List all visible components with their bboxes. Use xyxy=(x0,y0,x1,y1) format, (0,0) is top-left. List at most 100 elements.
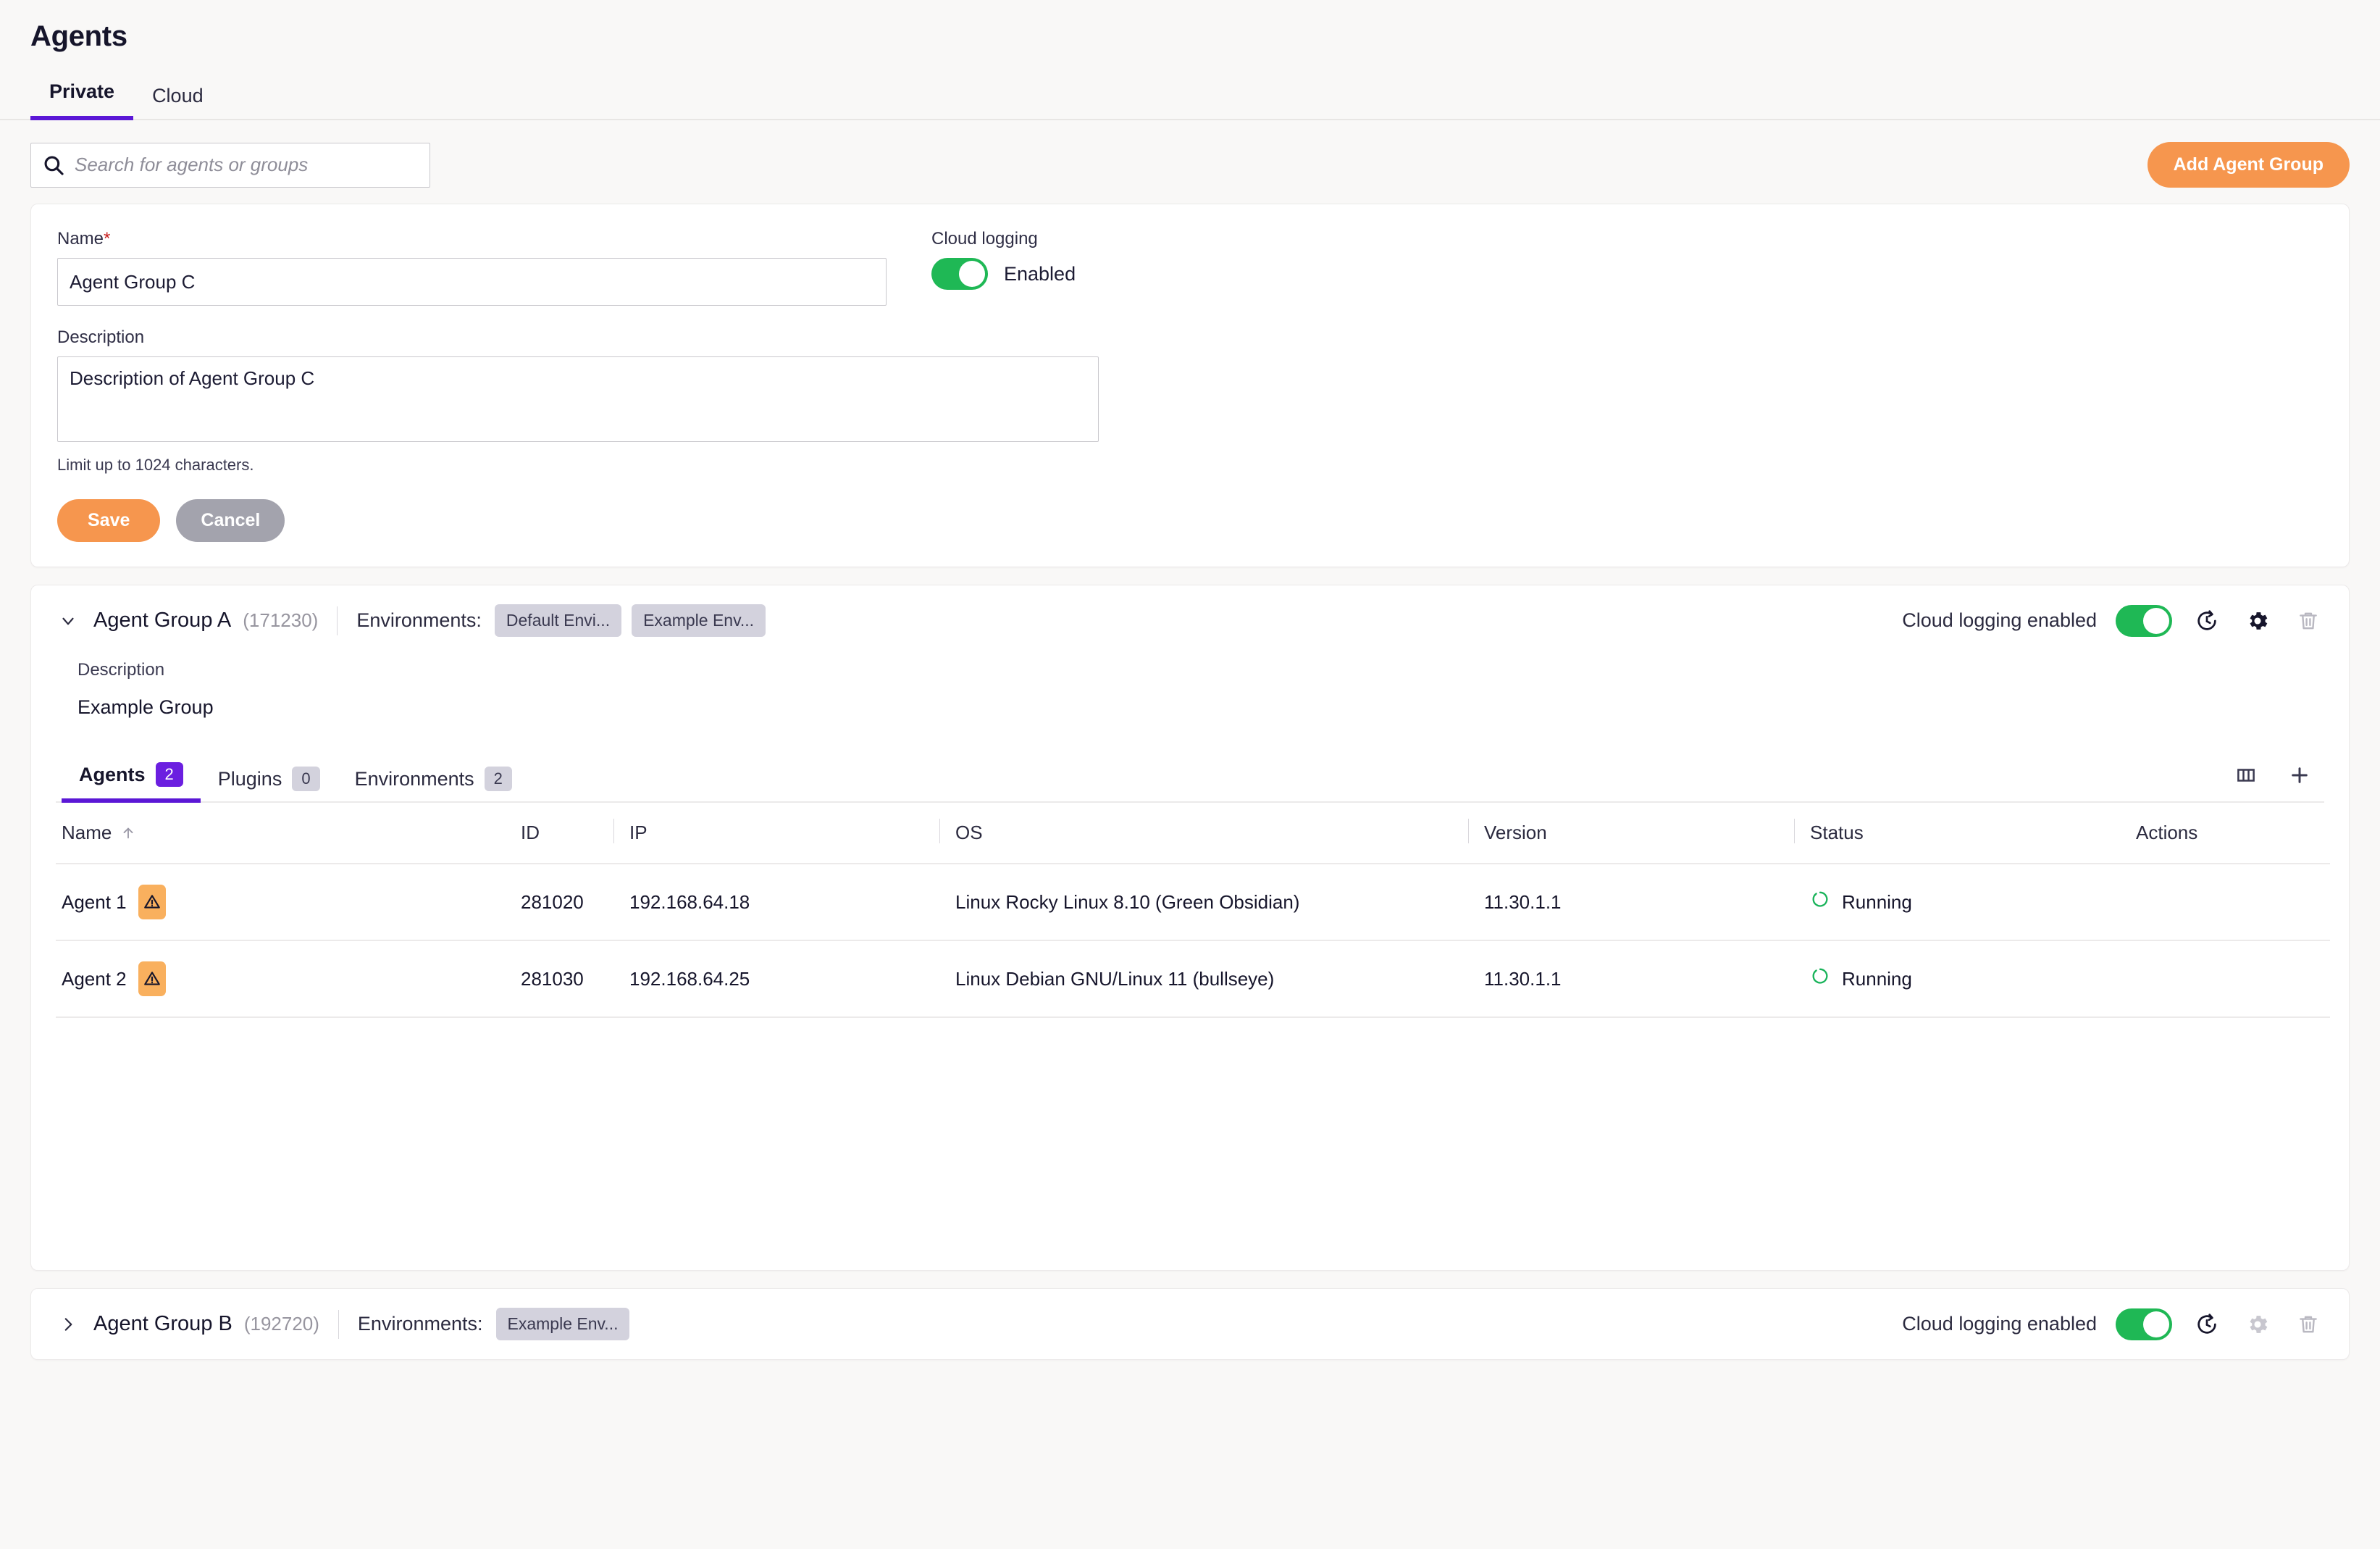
environments-label-a: Environments: xyxy=(356,609,482,631)
agent-version: 11.30.1.1 xyxy=(1484,967,1562,990)
tab-cloud[interactable]: Cloud xyxy=(133,85,222,120)
search-icon xyxy=(41,153,66,178)
agent-group-a-header[interactable]: Agent Group A (171230) Environments: Def… xyxy=(31,585,2349,656)
add-agent-group-button[interactable]: Add Agent Group xyxy=(2147,142,2350,188)
add-icon[interactable] xyxy=(2284,759,2316,791)
running-spinner-icon xyxy=(1810,890,1830,915)
description-label: Description xyxy=(57,327,145,347)
column-header-ip[interactable]: IP xyxy=(613,803,939,864)
name-label: Name* xyxy=(57,229,908,249)
search-box[interactable] xyxy=(30,142,430,188)
group-a-description-label: Description xyxy=(77,660,165,680)
tab-plugins-count: 0 xyxy=(292,767,320,791)
page-title: Agents xyxy=(30,20,127,52)
search-toolbar: Add Agent Group xyxy=(0,120,2380,204)
agent-group-a-name: Agent Group A xyxy=(93,609,232,632)
running-spinner-icon xyxy=(1810,966,1830,992)
toggle-knob xyxy=(2143,1311,2169,1337)
save-button[interactable]: Save xyxy=(57,499,161,542)
agent-status-text: Running xyxy=(1842,967,1912,990)
chevron-down-icon[interactable] xyxy=(56,609,80,633)
environment-chip[interactable]: Default Envi... xyxy=(494,604,622,637)
description-textarea[interactable] xyxy=(57,356,1099,442)
top-level-tabs: Private Cloud xyxy=(0,79,2380,120)
column-header-actions: Actions xyxy=(2120,803,2330,864)
toggle-knob xyxy=(2143,607,2169,634)
agent-group-b-header[interactable]: Agent Group B (192720) Environments: Exa… xyxy=(31,1289,2349,1359)
cell-id: 281030 xyxy=(505,940,613,1018)
agent-ip: 192.168.64.25 xyxy=(629,967,750,990)
column-header-os[interactable]: OS xyxy=(939,803,1468,864)
divider xyxy=(337,606,338,635)
group-a-description-value: Example Group xyxy=(77,696,214,718)
cell-status: Running xyxy=(1794,864,2120,941)
name-input[interactable] xyxy=(57,258,887,306)
delete-icon xyxy=(2292,605,2324,637)
cell-os: Linux Debian GNU/Linux 11 (bullseye) xyxy=(939,940,1468,1018)
search-input[interactable] xyxy=(66,154,419,176)
table-row[interactable]: Agent 1 281020 192.168.64.18 Linux Rocky… xyxy=(56,864,2330,941)
agent-group-card-a: Agent Group A (171230) Environments: Def… xyxy=(30,585,2350,1271)
warning-icon[interactable] xyxy=(138,885,166,919)
group-a-inner-tabs: Agents 2 Plugins 0 Environments 2 xyxy=(56,759,2324,803)
cell-version: 11.30.1.1 xyxy=(1468,864,1794,941)
tab-agents[interactable]: Agents 2 xyxy=(62,762,201,803)
gear-icon[interactable] xyxy=(2242,605,2274,637)
description-field-block: Description Limit up to 1024 characters. xyxy=(57,327,2323,475)
cloud-logging-toggle-b[interactable] xyxy=(2116,1308,2172,1340)
gear-icon xyxy=(2242,1308,2274,1340)
environments-label-b: Environments: xyxy=(357,1313,483,1335)
table-row[interactable]: Agent 2 281030 192.168.64.25 Linux Debia… xyxy=(56,940,2330,1018)
warning-icon[interactable] xyxy=(138,961,166,996)
toggle-knob xyxy=(959,261,985,287)
cloud-logging-block: Cloud logging Enabled xyxy=(931,229,1076,327)
cloud-logging-toggle-a[interactable] xyxy=(2116,604,2172,637)
cloud-logging-state-text: Enabled xyxy=(1004,262,1076,285)
agent-ip: 192.168.64.18 xyxy=(629,890,750,913)
cloud-logging-status-b: Cloud logging enabled xyxy=(1902,1313,2097,1335)
tab-plugins[interactable]: Plugins 0 xyxy=(201,767,338,803)
cloud-logging-toggle[interactable] xyxy=(931,258,988,290)
column-header-id[interactable]: ID xyxy=(505,803,613,864)
cell-ip: 192.168.64.18 xyxy=(613,864,939,941)
column-header-actions-label: Actions xyxy=(2136,822,2198,843)
column-header-status-label: Status xyxy=(1810,822,1864,843)
tab-environments-label: Environments xyxy=(354,767,474,790)
agent-status-text: Running xyxy=(1842,890,1912,913)
tab-private[interactable]: Private xyxy=(30,80,134,120)
column-header-version-label: Version xyxy=(1484,822,1547,843)
agents-table: Name ID IP OS Version Status Actions Age… xyxy=(56,803,2330,1018)
environment-chip[interactable]: Example Env... xyxy=(632,604,766,637)
tab-agents-label: Agents xyxy=(79,763,146,785)
tab-environments[interactable]: Environments 2 xyxy=(338,767,529,803)
cell-version: 11.30.1.1 xyxy=(1468,940,1794,1018)
divider xyxy=(338,1309,339,1339)
cell-actions xyxy=(2120,940,2330,1018)
cell-actions xyxy=(2120,864,2330,941)
name-label-text: Name xyxy=(57,229,104,249)
column-header-name[interactable]: Name xyxy=(56,803,505,864)
sort-ascending-icon xyxy=(120,825,136,841)
cell-id: 281020 xyxy=(505,864,613,941)
tab-environments-count: 2 xyxy=(484,767,512,791)
restart-icon[interactable] xyxy=(2191,1308,2223,1340)
restart-icon[interactable] xyxy=(2191,605,2223,637)
required-asterisk: * xyxy=(104,229,111,249)
table-header-row: Name ID IP OS Version Status Actions xyxy=(56,803,2330,864)
environment-chip[interactable]: Example Env... xyxy=(495,1308,630,1340)
columns-icon[interactable] xyxy=(2230,759,2262,791)
column-header-version[interactable]: Version xyxy=(1468,803,1794,864)
chevron-right-icon[interactable] xyxy=(56,1312,80,1337)
cancel-button[interactable]: Cancel xyxy=(176,499,285,542)
cell-ip: 192.168.64.25 xyxy=(613,940,939,1018)
cell-os: Linux Rocky Linux 8.10 (Green Obsidian) xyxy=(939,864,1468,941)
agent-group-a-body: Description Example Group Agents 2 Plugi… xyxy=(31,660,2349,1270)
agent-os: Linux Rocky Linux 8.10 (Green Obsidian) xyxy=(955,890,1300,913)
agent-group-form-card: Name* Cloud logging Enabled Description … xyxy=(30,204,2350,567)
name-field-block: Name* xyxy=(57,229,908,306)
agent-group-b-name: Agent Group B xyxy=(93,1312,232,1335)
agent-group-card-b: Agent Group B (192720) Environments: Exa… xyxy=(30,1288,2350,1360)
tab-agents-count: 2 xyxy=(155,762,183,787)
column-header-status[interactable]: Status xyxy=(1794,803,2120,864)
column-header-id-label: ID xyxy=(521,822,540,843)
